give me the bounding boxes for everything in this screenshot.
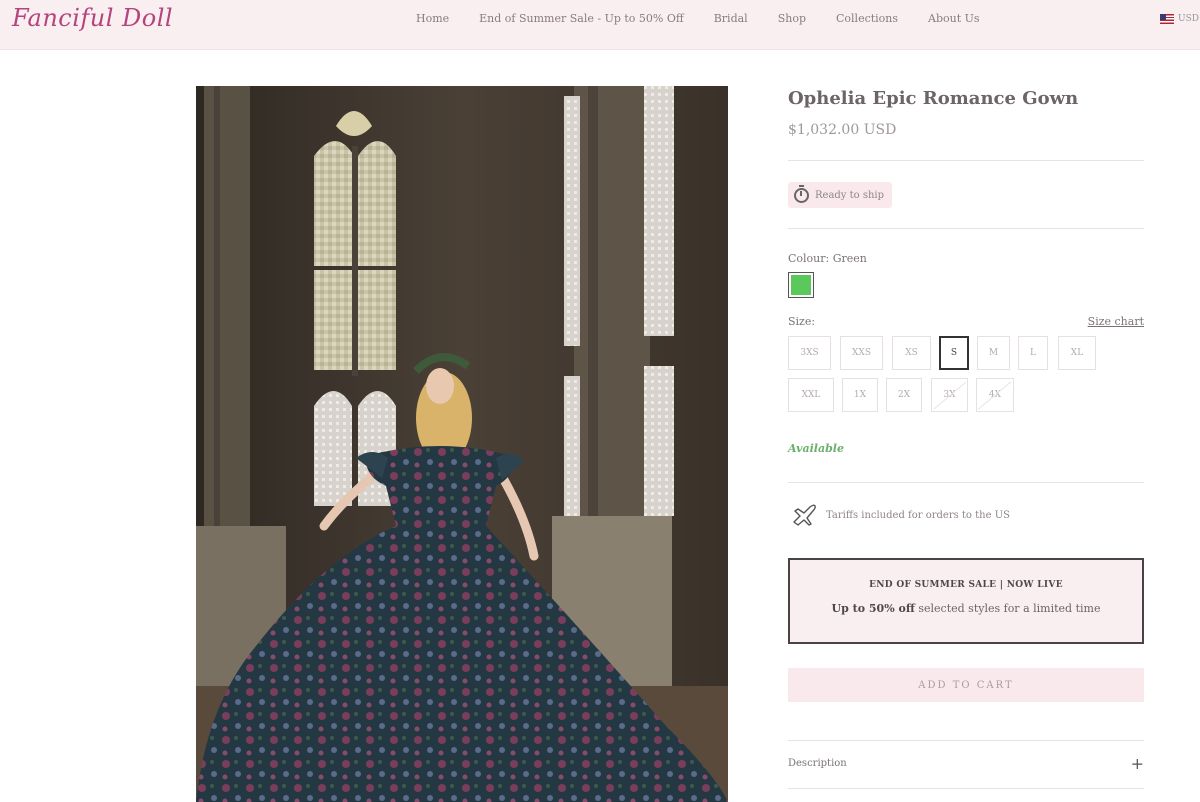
tariff-text: Tariffs included for orders to the US [826,509,1010,521]
size-option-xl[interactable]: XL [1058,336,1096,370]
nav-shop[interactable]: Shop [778,12,806,25]
main-nav: Home End of Summer Sale - Up to 50% Off … [416,12,1010,25]
availability-status: Available [788,442,844,455]
product-price: $1,032.00 USD [788,122,897,138]
size-option-3xs[interactable]: 3XS [788,336,831,370]
nav-bridal[interactable]: Bridal [714,12,748,25]
size-option-xxs[interactable]: XXS [840,336,883,370]
colour-label: Colour: Green [788,252,867,265]
size-option-1x[interactable]: 1X [842,378,878,412]
currency-selector[interactable]: USD [1160,14,1199,24]
sale-promo-banner: END OF SUMMER SALE | NOW LIVE Up to 50% … [788,558,1144,644]
size-option-l[interactable]: L [1018,336,1048,370]
ready-to-ship-label: Ready to ship [815,189,885,201]
divider [788,228,1144,229]
size-option-xxl[interactable]: XXL [788,378,834,412]
site-header: Fanciful Doll Home End of Summer Sale - … [0,0,1200,50]
us-flag-icon [1160,14,1174,24]
nav-summer-sale[interactable]: End of Summer Sale - Up to 50% Off [479,12,684,25]
stopwatch-icon [794,184,809,203]
promo-title: END OF SUMMER SALE | NOW LIVE [869,580,1063,590]
size-option-3x[interactable]: 3X [931,378,968,412]
gown-photo-illustration [196,86,728,802]
colour-swatch-green[interactable] [788,272,814,298]
currency-label: USD [1178,14,1199,24]
divider [788,160,1144,161]
description-accordion-label[interactable]: Description [788,758,847,769]
divider [788,788,1144,789]
nav-about-us[interactable]: About Us [928,12,980,25]
expand-plus-icon[interactable]: + [1131,754,1144,773]
size-chart-link[interactable]: Size chart [1088,315,1144,328]
promo-text: Up to 50% off selected styles for a limi… [790,602,1142,615]
size-option-2x[interactable]: 2X [886,378,922,412]
add-to-cart-button[interactable]: ADD TO CART [788,668,1144,702]
size-label: Size: [788,315,816,328]
swatch-fill [791,275,811,295]
airplane-icon [793,504,816,526]
nav-collections[interactable]: Collections [836,12,898,25]
divider [788,482,1144,483]
ready-to-ship-badge: Ready to ship [788,182,893,208]
product-title: Ophelia Epic Romance Gown [788,88,1079,109]
size-option-4x[interactable]: 4X [976,378,1014,412]
nav-home[interactable]: Home [416,12,449,25]
promo-body: selected styles for a limited time [914,602,1101,615]
product-photo[interactable] [196,86,728,802]
size-option-m[interactable]: M [977,336,1010,370]
size-option-s[interactable]: S [939,336,969,370]
size-option-xs[interactable]: XS [892,336,931,370]
promo-highlight: Up to 50% off [831,602,915,615]
divider [788,740,1144,741]
site-logo[interactable]: Fanciful Doll [12,4,173,32]
tariff-note: Tariffs included for orders to the US [792,504,1010,526]
